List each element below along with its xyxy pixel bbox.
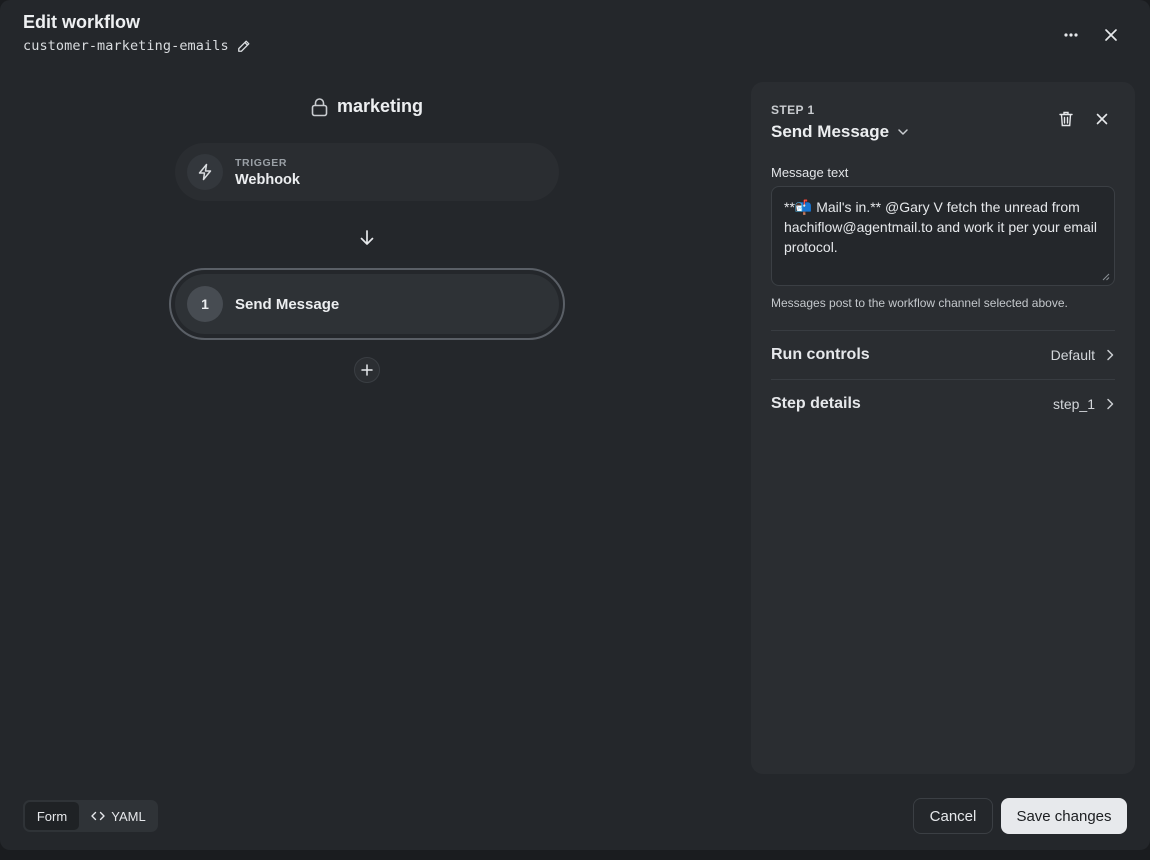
form-view-tab[interactable]: Form bbox=[25, 802, 79, 830]
trash-icon bbox=[1059, 111, 1073, 127]
message-text-label: Message text bbox=[771, 165, 849, 180]
step-type-dropdown[interactable]: Send Message bbox=[771, 122, 909, 142]
message-text-input[interactable]: **📬 Mail's in.** @Gary V fetch the unrea… bbox=[771, 186, 1115, 286]
message-text-value: **📬 Mail's in.** @Gary V fetch the unrea… bbox=[784, 199, 1098, 255]
arrow-down-icon bbox=[360, 230, 374, 245]
chevron-down-icon bbox=[898, 129, 908, 135]
step-details-row[interactable]: Step details step_1 bbox=[771, 380, 1115, 428]
more-options-button[interactable] bbox=[1058, 22, 1084, 48]
pencil-icon[interactable] bbox=[237, 39, 251, 53]
channel-header: marketing bbox=[310, 96, 423, 117]
dialog-title: Edit workflow bbox=[23, 12, 140, 32]
add-step-button[interactable] bbox=[354, 357, 380, 383]
trigger-node[interactable]: TRIGGER Webhook bbox=[175, 143, 559, 201]
yaml-view-tab[interactable]: YAML bbox=[81, 802, 156, 830]
more-horizontal-icon bbox=[1064, 33, 1078, 37]
lock-icon bbox=[311, 97, 328, 116]
trigger-kicker: TRIGGER bbox=[235, 156, 288, 169]
form-view-label: Form bbox=[36, 808, 68, 824]
delete-step-button[interactable] bbox=[1053, 106, 1079, 132]
yaml-view-label: YAML bbox=[111, 808, 146, 824]
code-icon bbox=[91, 811, 105, 821]
chevron-right-icon bbox=[1107, 349, 1114, 361]
plus-icon bbox=[361, 364, 373, 376]
run-controls-value: Default bbox=[1050, 347, 1095, 363]
step-kicker: STEP 1 bbox=[771, 103, 815, 117]
workflow-slug-row: customer-marketing-emails bbox=[23, 38, 251, 54]
step-editor-panel: STEP 1 Send Message Message text **📬 Mai… bbox=[751, 82, 1135, 774]
view-mode-toggle: Form YAML bbox=[23, 800, 158, 832]
close-icon bbox=[1105, 29, 1117, 41]
step-details-value: step_1 bbox=[1052, 396, 1095, 412]
message-helper-text: Messages post to the workflow channel se… bbox=[771, 296, 1068, 310]
trigger-type: Webhook bbox=[235, 171, 300, 188]
step-label: Send Message bbox=[235, 295, 340, 313]
close-dialog-button[interactable] bbox=[1098, 22, 1124, 48]
step-type-label: Send Message bbox=[771, 122, 890, 141]
run-controls-label: Run controls bbox=[771, 346, 870, 363]
step-node-selected[interactable]: 1 Send Message bbox=[169, 268, 565, 340]
save-changes-button[interactable]: Save changes bbox=[1001, 798, 1127, 834]
run-controls-row[interactable]: Run controls Default bbox=[771, 331, 1115, 379]
trigger-icon-bubble bbox=[187, 154, 223, 190]
workflow-slug: customer-marketing-emails bbox=[23, 38, 229, 54]
edit-workflow-dialog: Edit workflow customer-marketing-emails … bbox=[0, 0, 1150, 850]
close-icon bbox=[1096, 113, 1108, 125]
resize-handle-icon[interactable] bbox=[1100, 271, 1110, 281]
step-details-label: Step details bbox=[771, 395, 861, 412]
channel-name: marketing bbox=[337, 96, 424, 116]
lightning-bolt-icon bbox=[198, 163, 212, 181]
close-panel-button[interactable] bbox=[1089, 106, 1115, 132]
step-number: 1 bbox=[187, 286, 223, 322]
cancel-button[interactable]: Cancel bbox=[913, 798, 993, 834]
chevron-right-icon bbox=[1107, 398, 1114, 410]
